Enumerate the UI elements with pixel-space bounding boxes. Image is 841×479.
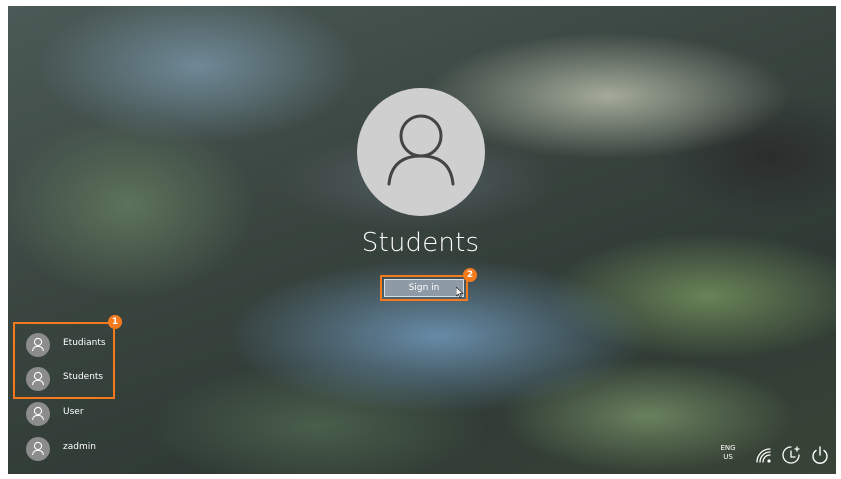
- user-icon: [31, 337, 45, 352]
- user-avatar: [26, 402, 50, 426]
- input-language-indicator[interactable]: ENG US: [717, 444, 739, 462]
- user-list-item-label: User: [63, 407, 84, 417]
- user-icon: [31, 441, 45, 456]
- user-avatar: [26, 367, 50, 391]
- user-avatar: [26, 437, 50, 461]
- mouse-cursor-icon: [456, 287, 464, 298]
- language-code: ENG: [720, 444, 736, 452]
- ease-of-access-icon[interactable]: [781, 445, 801, 465]
- current-user-avatar: [357, 88, 485, 216]
- user-list-item-label: zadmin: [63, 442, 96, 452]
- annotation-badge-2: 2: [463, 268, 477, 282]
- user-icon: [387, 114, 455, 186]
- annotation-badge-1: 1: [108, 315, 122, 329]
- power-icon[interactable]: [810, 445, 830, 465]
- sign-in-button[interactable]: Sign in: [384, 279, 464, 297]
- language-region: US: [723, 453, 733, 461]
- user-avatar: [26, 333, 50, 357]
- user-icon: [31, 406, 45, 421]
- network-icon[interactable]: [753, 445, 773, 465]
- current-user-name: Students: [361, 228, 480, 258]
- user-list-item-label: Etudiants: [63, 338, 106, 348]
- user-icon: [31, 371, 45, 386]
- user-list-item-label: Students: [63, 372, 104, 382]
